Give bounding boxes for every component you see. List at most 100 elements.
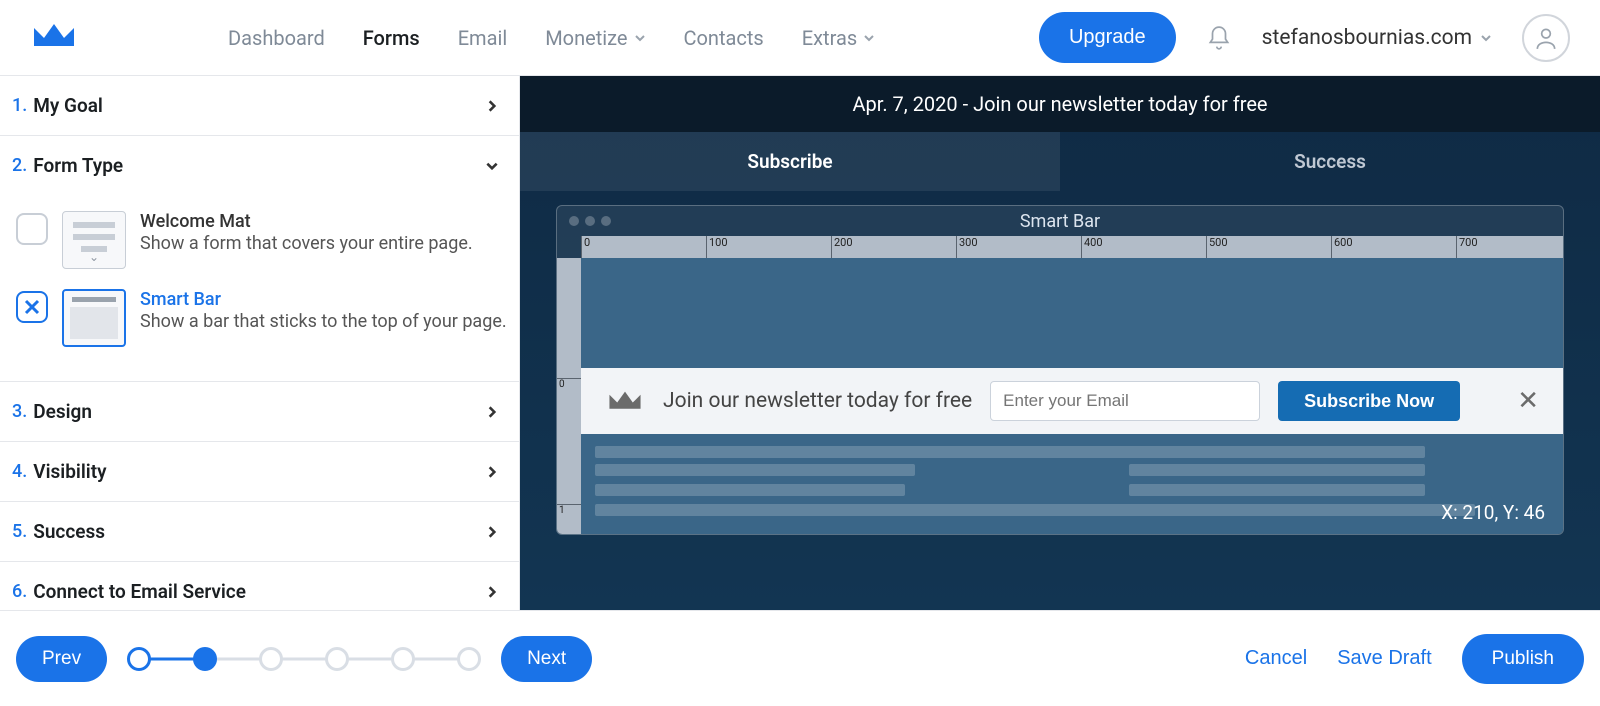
nav-contacts[interactable]: Contacts [684,26,764,50]
option-smart-bar[interactable]: Smart Bar Show a bar that sticks to the … [16,283,507,361]
ruler-tick: 400 [1081,236,1103,258]
stepper-dot[interactable] [391,647,415,671]
option-text: Welcome Mat Show a form that covers your… [140,211,473,256]
upgrade-button[interactable]: Upgrade [1039,12,1176,63]
main: 1. My Goal 2. Form Type ⌄ Welcome Mat Sh… [0,76,1600,610]
step-num: 5. [12,521,27,542]
stepper-dot[interactable] [325,647,349,671]
bottom-bar: Prev Next Cancel Save Draft Publish [0,610,1600,706]
crown-icon [605,387,645,415]
step-num: 3. [12,401,27,422]
chevron-down-icon [863,32,875,44]
chevron-down-icon [634,32,646,44]
canvas-body: Join our newsletter today for free Subsc… [581,258,1563,534]
ruler-tick: 0 [581,236,590,258]
nav-forms[interactable]: Forms [363,26,420,50]
preview-tabs: Subscribe Success [520,132,1600,191]
step-label: Form Type [33,154,123,177]
option-checkbox[interactable] [16,291,48,323]
ruler-tick: 200 [831,236,853,258]
person-icon [1533,25,1559,51]
option-checkbox[interactable] [16,213,48,245]
tab-success[interactable]: Success [1060,132,1600,191]
option-desc: Show a bar that sticks to the top of you… [140,310,507,334]
chevron-right-icon [485,405,499,419]
ruler-vertical: 0 1 [557,258,581,534]
ruler-vtick: 1 [557,504,581,516]
ruler-tick: 100 [706,236,728,258]
avatar[interactable] [1522,14,1570,62]
cancel-button[interactable]: Cancel [1245,647,1307,670]
prev-button[interactable]: Prev [16,636,107,682]
nav-links: Dashboard Forms Email Monetize Contacts … [228,26,875,50]
sidebar: 1. My Goal 2. Form Type ⌄ Welcome Mat Sh… [0,76,520,610]
option-desc: Show a form that covers your entire page… [140,232,473,256]
step-label: Visibility [33,460,106,483]
preview-header: Apr. 7, 2020 - Join our newsletter today… [520,76,1600,132]
step-num: 1. [12,95,27,116]
stepper-dot[interactable] [127,647,151,671]
tab-subscribe[interactable]: Subscribe [520,132,1060,191]
user-menu[interactable]: stefanosbournias.com [1262,26,1492,50]
chevron-right-icon [485,99,499,113]
bell-icon[interactable] [1206,25,1232,51]
canvas-title: Smart Bar [557,211,1563,232]
ruler-tick: 600 [1331,236,1353,258]
nav-extras[interactable]: Extras [802,26,875,50]
step-my-goal[interactable]: 1. My Goal [0,76,519,136]
publish-button[interactable]: Publish [1462,634,1584,684]
stepper-dot[interactable] [193,647,217,671]
chevron-down-icon [485,159,499,173]
ruler-vtick: 0 [557,378,581,390]
nav-right: Upgrade stefanosbournias.com [1039,12,1570,63]
step-connect-email[interactable]: 6. Connect to Email Service [0,562,519,610]
email-input[interactable] [990,381,1260,421]
close-icon[interactable]: ✕ [1517,386,1539,416]
nav-monetize-label: Monetize [545,26,627,50]
step-form-type[interactable]: 2. Form Type [0,136,519,195]
step-visibility[interactable]: 4. Visibility [0,442,519,502]
stepper-dot[interactable] [457,647,481,671]
save-draft-button[interactable]: Save Draft [1337,647,1431,670]
preview-pane: Apr. 7, 2020 - Join our newsletter today… [520,76,1600,610]
step-success[interactable]: 5. Success [0,502,519,562]
option-title: Welcome Mat [140,211,473,232]
coords-readout: X: 210, Y: 46 [1441,501,1545,524]
top-nav: Dashboard Forms Email Monetize Contacts … [0,0,1600,76]
option-thumbnail [62,289,126,347]
ruler-tick: 700 [1456,236,1478,258]
step-num: 2. [12,155,27,176]
step-design[interactable]: 3. Design [0,382,519,442]
form-type-options: ⌄ Welcome Mat Show a form that covers yo… [0,195,519,382]
step-num: 4. [12,461,27,482]
nav-email[interactable]: Email [458,26,508,50]
step-label: Success [33,520,105,543]
option-thumbnail: ⌄ [62,211,126,269]
chevron-right-icon [485,465,499,479]
user-domain: stefanosbournias.com [1262,26,1472,50]
ruler-tick: 300 [956,236,978,258]
canvas-titlebar: Smart Bar [557,206,1563,236]
logo[interactable] [30,18,78,58]
chevron-down-icon [1480,32,1492,44]
chevron-right-icon [485,585,499,599]
step-label: Connect to Email Service [33,580,246,603]
stepper-dot[interactable] [259,647,283,671]
option-text: Smart Bar Show a bar that sticks to the … [140,289,507,334]
x-icon [23,298,41,316]
ruler-horizontal: 0 100 200 300 400 500 600 700 [581,236,1563,258]
step-label: Design [33,400,92,423]
bar-message: Join our newsletter today for free [663,389,972,413]
ruler-tick: 500 [1206,236,1228,258]
smart-bar-preview: Join our newsletter today for free Subsc… [581,368,1563,434]
next-button[interactable]: Next [501,636,592,682]
preview-canvas: Smart Bar 0 100 200 300 400 500 600 700 … [556,205,1564,535]
nav-monetize[interactable]: Monetize [545,26,645,50]
stepper [127,647,481,671]
step-label: My Goal [33,94,103,117]
bottom-right: Cancel Save Draft Publish [1245,634,1584,684]
chevron-right-icon [485,525,499,539]
nav-dashboard[interactable]: Dashboard [228,26,325,50]
subscribe-button[interactable]: Subscribe Now [1278,381,1460,421]
option-welcome-mat[interactable]: ⌄ Welcome Mat Show a form that covers yo… [16,205,507,283]
